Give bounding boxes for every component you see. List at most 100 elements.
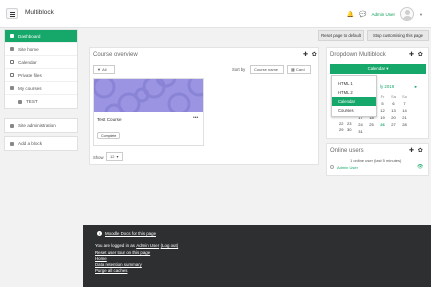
view-dropdown[interactable]: ▦ Card xyxy=(287,65,311,74)
nav-item-site-admin[interactable]: Site administration xyxy=(5,119,77,132)
filter-value: All xyxy=(102,67,107,72)
calendar-day[interactable]: 28 xyxy=(399,122,410,127)
course-menu-icon[interactable]: ••• xyxy=(193,115,198,121)
user-icon xyxy=(330,165,334,169)
nav-item-add-block[interactable]: Add a block xyxy=(5,137,77,150)
nav-item-calendar[interactable]: Calendar xyxy=(5,56,77,69)
calendar-day[interactable]: 23 xyxy=(347,121,351,126)
show-count-dropdown[interactable]: 12 ▾ xyxy=(106,152,123,161)
nav-item-dashboard[interactable]: Dashboard xyxy=(5,30,77,43)
calendar-day[interactable]: 27 xyxy=(388,122,399,127)
nav-label: Calendar xyxy=(18,59,37,65)
status-badge-label: Complete xyxy=(101,133,117,138)
calendar-day[interactable]: 7 xyxy=(399,101,410,106)
calendar-day[interactable]: 31 xyxy=(355,129,366,134)
nav-group-admin: Site administration xyxy=(4,118,78,133)
calendar-day[interactable]: 14 xyxy=(399,108,410,113)
month-label: ly 2019 xyxy=(380,84,395,89)
calendar-day[interactable]: 5 xyxy=(377,101,388,106)
nav-group-main: Dashboard Site home Calendar Private fil… xyxy=(4,29,78,109)
nav-item-test-course[interactable]: TEST xyxy=(5,95,77,108)
sort-label: Sort by xyxy=(232,67,246,72)
home-link[interactable]: Home xyxy=(95,256,107,261)
chat-icon[interactable]: 💬 xyxy=(359,11,366,18)
file-icon xyxy=(10,73,14,77)
info-icon: i xyxy=(97,231,102,236)
show-label: Show xyxy=(93,155,104,160)
calendar-day[interactable]: 21 xyxy=(399,115,410,120)
logged-user-link[interactable]: Admin User xyxy=(136,243,159,248)
sort-dropdown[interactable]: Course name xyxy=(250,65,284,74)
hamburger-icon[interactable] xyxy=(6,8,18,19)
user-nav: 🔔 💬 Admin User ▼ xyxy=(347,6,423,22)
site-brand[interactable]: Multiblock xyxy=(25,9,54,16)
wrench-icon xyxy=(10,123,14,128)
calendar-day[interactable]: 25 xyxy=(366,122,377,127)
docs-row: i Moodle Docs for this page xyxy=(97,231,156,236)
filter-dropdown[interactable]: ▼ All xyxy=(93,65,115,74)
reset-tour-link[interactable]: Reset user tour on this page xyxy=(95,250,150,255)
nav-label: TEST xyxy=(26,99,38,104)
calendar-day[interactable]: 20 xyxy=(388,115,399,120)
folder-icon xyxy=(18,99,22,104)
calendar-day[interactable]: 6 xyxy=(388,101,399,106)
avatar[interactable] xyxy=(400,7,415,21)
chevron-down-icon[interactable]: ▼ xyxy=(419,12,423,17)
nav-label: Private files xyxy=(18,72,42,78)
calendar-dropdown-button[interactable]: Calendar ▾ xyxy=(330,64,426,74)
logged-in-prefix: You are logged in as xyxy=(95,243,135,248)
block-title: Online users xyxy=(330,148,364,154)
moodle-docs-link[interactable]: Moodle Docs for this page xyxy=(105,231,156,236)
weekday-header: Sa xyxy=(391,94,396,99)
user-name[interactable]: Admin User xyxy=(372,12,396,17)
purge-caches-link[interactable]: Purge all caches xyxy=(95,268,127,273)
menu-item-html2[interactable]: HTML 2 xyxy=(332,88,376,97)
online-user-link[interactable]: Admin User xyxy=(337,165,358,170)
eye-icon[interactable]: 👁 xyxy=(417,164,423,170)
calendar-day[interactable]: 30 xyxy=(347,127,351,132)
nav-item-my-courses[interactable]: My courses xyxy=(5,82,77,95)
calendar-day[interactable]: 13 xyxy=(388,108,399,113)
calendar-day-today[interactable]: 26 xyxy=(377,122,388,127)
calendar-icon xyxy=(10,60,14,64)
nav-drawer: Dashboard Site home Calendar Private fil… xyxy=(0,28,83,287)
bell-icon[interactable]: 🔔 xyxy=(347,11,354,18)
page-footer: i Moodle Docs for this page You are logg… xyxy=(83,225,431,287)
block-controls-icon[interactable]: ✚ ✿ xyxy=(409,51,424,58)
menu-item-calendar[interactable]: Calendar xyxy=(332,97,376,106)
nav-label: Site administration xyxy=(18,123,56,128)
dashboard-icon xyxy=(10,34,14,38)
plus-icon xyxy=(10,141,14,146)
menu-item-courses[interactable]: Courses xyxy=(332,106,376,115)
calendar-dropdown-menu: HTML 1 HTML 2 Calendar Courses xyxy=(331,75,377,117)
block-controls-icon[interactable]: ✚ ✿ xyxy=(409,147,424,154)
course-name[interactable]: Test Course xyxy=(97,117,122,122)
menu-item-html1[interactable]: HTML 1 xyxy=(332,79,376,88)
calendar-day[interactable]: 29 xyxy=(339,127,343,132)
calendar-day[interactable]: 22 xyxy=(339,121,343,126)
nav-item-site-home[interactable]: Site home xyxy=(5,43,77,56)
nav-item-private-files[interactable]: Private files xyxy=(5,69,77,82)
login-info: You are logged in as Admin User (Log out… xyxy=(95,243,178,249)
next-month-icon[interactable]: ► xyxy=(414,84,418,89)
course-image[interactable] xyxy=(94,79,203,112)
nav-label: Dashboard xyxy=(18,33,41,39)
calendar-day[interactable]: 12 xyxy=(377,108,388,113)
calendar-day[interactable]: 19 xyxy=(377,115,388,120)
data-retention-link[interactable]: Data retention summary xyxy=(95,262,142,267)
nav-label: Site home xyxy=(18,46,39,52)
block-title: Course overview xyxy=(93,52,138,58)
logout-link[interactable]: (Log out) xyxy=(161,243,179,248)
calendar-day[interactable]: 24 xyxy=(355,122,366,127)
weekday-header: Fr xyxy=(380,94,385,99)
status-badge: Complete xyxy=(97,132,121,139)
graduation-cap-icon xyxy=(10,86,14,90)
block-title: Dropdown Multiblock xyxy=(330,52,386,58)
online-summary: 1 online user (last 5 minutes) xyxy=(350,158,402,163)
course-pattern xyxy=(94,79,203,112)
show-value: 12 xyxy=(110,154,115,159)
stop-customising-button[interactable]: Stop customising this page xyxy=(367,30,429,41)
nav-label: Add a block xyxy=(18,141,43,146)
block-controls-icon[interactable]: ✚ ✿ xyxy=(303,51,318,58)
reset-page-button[interactable]: Reset page to default xyxy=(318,30,364,41)
